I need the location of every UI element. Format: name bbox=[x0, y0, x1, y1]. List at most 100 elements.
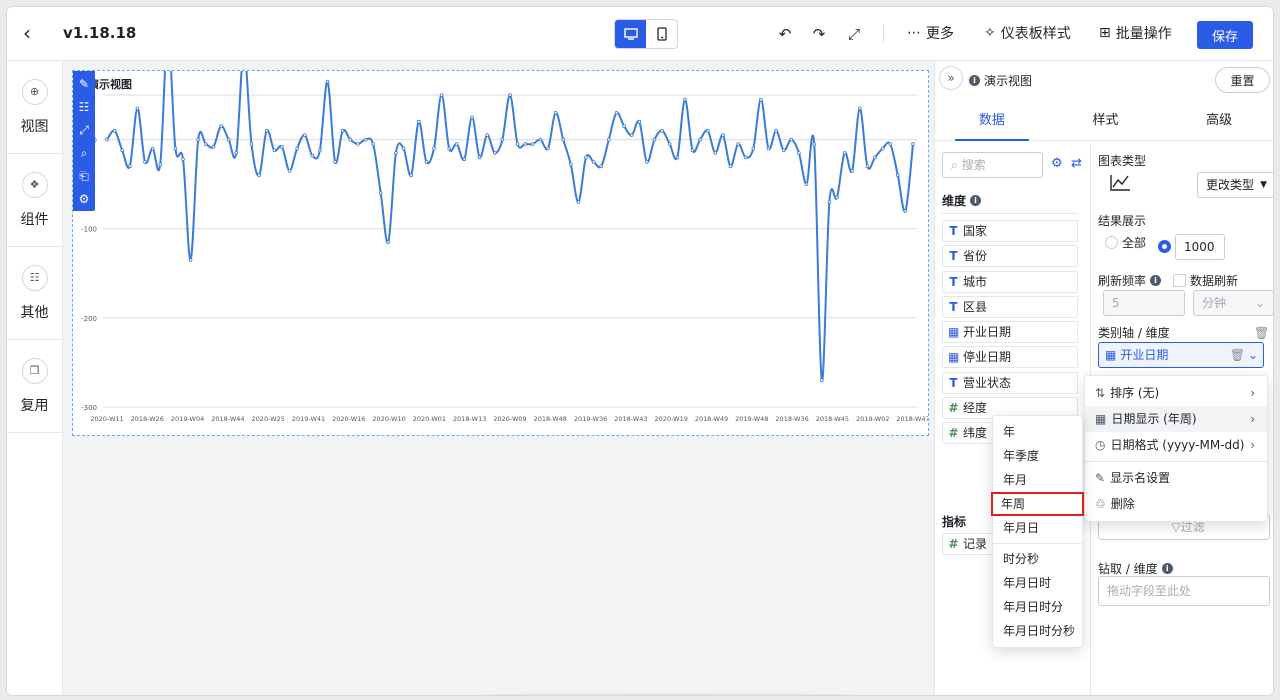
tab-advanced[interactable]: 高级 bbox=[1162, 105, 1273, 140]
data-point bbox=[842, 151, 847, 155]
rail-item-component[interactable]: ❖ 组件 bbox=[7, 154, 62, 247]
y-tick-label: -300 bbox=[81, 404, 97, 412]
tab-data[interactable]: 数据 bbox=[935, 105, 1049, 141]
change-type-select[interactable]: 更改类型 ▼ bbox=[1197, 172, 1273, 198]
drill-drop-zone[interactable]: 拖动字段至此处 bbox=[1098, 576, 1270, 606]
trash-icon[interactable]: 🗑︎ bbox=[1254, 326, 1269, 340]
date-format-option[interactable]: 年月日 bbox=[993, 516, 1082, 540]
dimension-field[interactable]: T 营业状态 bbox=[942, 371, 1078, 394]
data-point bbox=[538, 137, 543, 142]
dimension-field[interactable]: ▦ 开业日期 bbox=[942, 321, 1078, 344]
tab-style[interactable]: 样式 bbox=[1049, 105, 1163, 140]
text-type-icon: T bbox=[949, 249, 958, 264]
reset-button[interactable]: 重置 bbox=[1215, 67, 1270, 93]
context-menu-item[interactable]: ⇅ 排序 (无) › bbox=[1085, 380, 1267, 406]
result-count-radio[interactable] bbox=[1158, 240, 1171, 253]
more-label: 更多 bbox=[926, 26, 954, 42]
context-menu-item[interactable]: ▦ 日期显示 (年周) › bbox=[1085, 406, 1267, 432]
data-point bbox=[325, 79, 330, 84]
desktop-view-button[interactable] bbox=[615, 20, 646, 48]
data-point bbox=[416, 119, 421, 124]
barcode-icon[interactable]: ☷ bbox=[76, 98, 92, 116]
data-refresh-checkbox[interactable] bbox=[1173, 274, 1187, 287]
info-icon: i bbox=[969, 75, 980, 86]
date-format-option[interactable]: 年月日时 bbox=[993, 571, 1082, 595]
data-point bbox=[857, 106, 862, 111]
data-point bbox=[880, 146, 885, 151]
mobile-view-button[interactable] bbox=[646, 20, 677, 48]
grid-icon: ⊞ bbox=[1099, 25, 1111, 41]
result-all-radio[interactable]: 全部 bbox=[1105, 234, 1146, 251]
refresh-label-text: 刷新频率 bbox=[1098, 274, 1147, 288]
refresh-value-input[interactable]: 5 bbox=[1103, 290, 1185, 316]
context-menu-item[interactable]: ♲ 删除 bbox=[1085, 491, 1267, 517]
chevron-down-icon: ⌄ bbox=[1254, 296, 1265, 310]
info-icon: i bbox=[970, 195, 982, 206]
batch-operation-button[interactable]: ⊞ 批量操作 bbox=[1099, 23, 1172, 43]
chevron-right-icon: › bbox=[1250, 412, 1255, 426]
dashboard-style-button[interactable]: ✧ 仪表板样式 bbox=[984, 23, 1071, 43]
number-type-icon: # bbox=[948, 426, 959, 441]
search-doc-icon[interactable]: ⌕ bbox=[76, 144, 92, 162]
swap-icon[interactable]: ⇄ bbox=[1071, 156, 1082, 171]
context-menu-item[interactable]: ◷ 日期格式 (yyyy-MM-dd) › bbox=[1085, 432, 1267, 458]
more-button[interactable]: ⋯ 更多 bbox=[907, 23, 954, 43]
dimension-field[interactable]: T 国家 bbox=[942, 220, 1078, 242]
dimension-field[interactable]: T 区县 bbox=[942, 295, 1078, 318]
category-field-label: 开业日期 bbox=[1120, 348, 1169, 362]
rail-item-other[interactable]: ☷ 其他 bbox=[7, 247, 62, 340]
field-partial bbox=[942, 208, 1078, 214]
back-arrow-icon[interactable]: ‹ bbox=[23, 22, 47, 46]
rail-item-view[interactable]: ⊕ 视图 bbox=[7, 61, 62, 154]
date-format-option[interactable]: 年月日时分秒 bbox=[993, 619, 1082, 643]
rail-label: 组件 bbox=[20, 211, 49, 228]
date-display-submenu: 年年季度 年月 年周 年月日 时分秒 年月日时 年月日时分 年月日时分秒 bbox=[991, 415, 1084, 648]
dimension-field[interactable]: T 省份 bbox=[942, 245, 1078, 268]
y-tick-label: -200 bbox=[81, 315, 97, 323]
collapse-icon[interactable]: » bbox=[939, 66, 963, 90]
field-label: 纬度 bbox=[963, 426, 988, 441]
widget-toolbar: ✎ ☷ ⤢ ⌕ ⎗ ⚙ bbox=[73, 71, 95, 211]
data-point bbox=[181, 157, 185, 161]
data-point bbox=[835, 195, 839, 200]
trash-icon[interactable]: 🗑︎ bbox=[1230, 343, 1245, 367]
date-format-option[interactable]: 年周 bbox=[991, 492, 1084, 516]
info-icon: i bbox=[1161, 563, 1173, 574]
export-icon[interactable]: ⎗ bbox=[76, 167, 92, 185]
refresh-unit-select[interactable]: 分钟 ⌄ bbox=[1193, 290, 1273, 316]
expand-icon[interactable]: ⤢ bbox=[76, 121, 92, 139]
x-tick-label: 2018-W36 bbox=[775, 415, 808, 423]
search-input[interactable]: ⌕ 搜索 bbox=[942, 152, 1043, 178]
rail-item-reuse[interactable]: ❐ 复用 bbox=[7, 340, 62, 433]
result-count-input[interactable]: 1000 bbox=[1175, 234, 1225, 260]
chart-widget[interactable]: 0-100-200-3002020-W112018-W262019-W04201… bbox=[72, 70, 929, 436]
date-format-option[interactable]: 年月 bbox=[993, 468, 1082, 492]
fullscreen-icon[interactable]: ⤢ bbox=[843, 23, 865, 45]
data-point bbox=[158, 162, 162, 167]
gear-icon[interactable]: ⚙ bbox=[1051, 156, 1063, 171]
context-menu-item[interactable]: ✎ 显示名设置 bbox=[1085, 465, 1267, 491]
data-point bbox=[698, 137, 702, 142]
category-axis-field[interactable]: ▦ 开业日期 🗑︎ ⌄ bbox=[1098, 342, 1264, 368]
edit-icon[interactable]: ✎ bbox=[76, 75, 92, 93]
date-format-option[interactable]: 时分秒 bbox=[993, 547, 1082, 571]
data-point bbox=[827, 200, 832, 204]
redo-icon[interactable]: ↷ bbox=[808, 23, 830, 45]
dimension-field[interactable]: T 城市 bbox=[942, 270, 1078, 293]
chevron-down-icon[interactable]: ⌄ bbox=[1248, 343, 1258, 367]
date-format-option[interactable]: 年月日时分 bbox=[993, 595, 1082, 619]
save-button[interactable]: 保存 bbox=[1197, 21, 1253, 49]
data-point bbox=[112, 128, 117, 133]
refresh-label: 刷新频率 i 数据刷新 bbox=[1098, 272, 1238, 289]
x-tick-label: 2018-W45 bbox=[816, 415, 849, 423]
filter-icon: ▽ bbox=[1171, 520, 1181, 534]
date-format-option[interactable]: 年 bbox=[993, 420, 1082, 444]
data-point bbox=[348, 137, 353, 142]
settings-icon[interactable]: ⚙ bbox=[76, 190, 92, 208]
data-point bbox=[439, 93, 444, 97]
data-point bbox=[508, 93, 512, 97]
chevron-right-icon: › bbox=[1250, 386, 1255, 400]
date-format-option[interactable]: 年季度 bbox=[993, 444, 1082, 468]
undo-icon[interactable]: ↶ bbox=[774, 23, 796, 45]
dimension-field[interactable]: ▦ 停业日期 bbox=[942, 346, 1078, 369]
